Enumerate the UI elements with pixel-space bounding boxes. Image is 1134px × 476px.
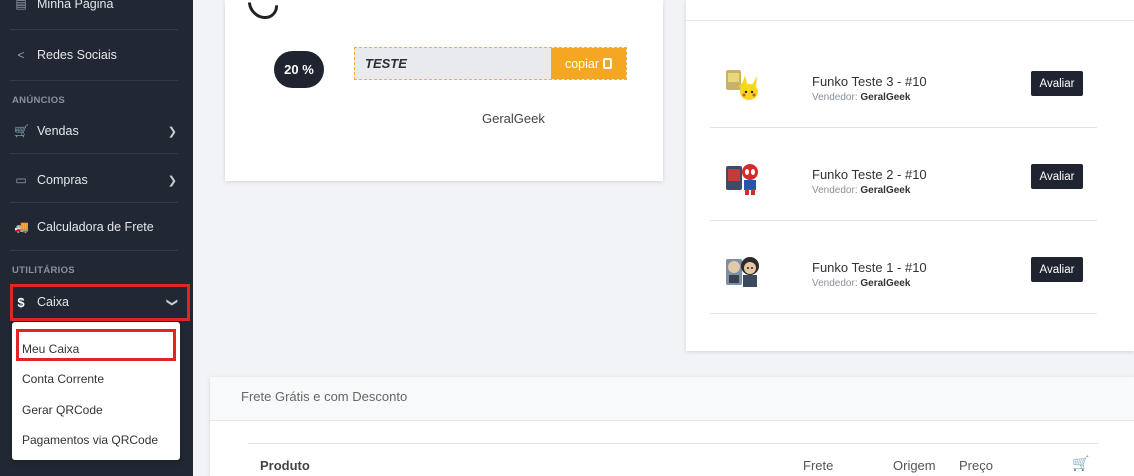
section-header-anuncios: ANÚNCIOS [12,95,66,106]
cart-icon: 🛒 [1072,455,1090,471]
frete-card-header: Frete Grátis e com Desconto [210,377,1134,421]
coupon-seller: GeralGeek [482,111,545,126]
figure-funko-icon [726,257,759,287]
submenu-item-pagamentos-qrcode[interactable]: Pagamentos via QRCode [22,433,158,447]
vendor-prefix: Vendedor: [812,92,858,103]
share-icon: < [17,48,25,62]
sidebar-item-label: Redes Sociais [37,48,117,62]
sidebar-item-label: Compras [37,173,88,187]
copy-button[interactable]: copiar [551,48,626,79]
dollar-icon: $ [17,294,25,310]
vendor-name: GeralGeek [860,185,911,196]
sidebar-item-calculadora-frete[interactable]: 🚚 Calculadora de Frete [0,215,193,239]
divider [10,202,178,203]
coupon-code-box: TESTE copiar [354,47,627,80]
chevron-down-icon: ❯ [165,297,178,307]
divider [686,20,1134,21]
sidebar-item-redes-sociais[interactable]: < Redes Sociais [0,43,193,67]
sidebar-item-minha-pagina[interactable]: ▤ Minha Página [0,0,193,16]
sidebar-item-label: Caixa [37,295,69,309]
spiderman-funko-icon [726,164,758,195]
vendor-name: GeralGeek [860,92,911,103]
submenu-item-meu-caixa[interactable]: Meu Caixa [22,342,79,356]
chevron-right-icon: ❯ [167,174,177,187]
vendor-prefix: Vendedor: [812,185,858,196]
column-header-origem: Origem [893,458,936,473]
copy-icon [603,58,613,69]
discount-badge: 20 % [274,51,324,88]
product-title: Funko Teste 1 - #10 [812,260,927,275]
sidebar-item-label: Minha Página [37,0,114,11]
cart-icon: 🛒 [14,124,29,138]
column-header-preco: Preço [959,458,993,473]
sidebar: ▤ Minha Página < Redes Sociais ANÚNCIOS … [0,0,193,476]
avaliar-button[interactable]: Avaliar [1031,164,1083,189]
divider [10,80,178,81]
product-vendor: Vendedor: GeralGeek [812,92,910,103]
sidebar-item-caixa[interactable]: $ Caixa ❯ [0,290,193,314]
truck-icon: 🚚 [14,220,29,234]
product-title: Funko Teste 3 - #10 [812,74,927,89]
submenu-item-gerar-qrcode[interactable]: Gerar QRCode [22,403,103,417]
avaliar-button[interactable]: Avaliar [1031,71,1083,96]
product-title: Funko Teste 2 - #10 [812,167,927,182]
pikachu-funko-icon [726,70,758,100]
frete-card-title: Frete Grátis e com Desconto [241,389,408,404]
avaliar-button[interactable]: Avaliar [1031,257,1083,282]
divider [10,29,178,30]
chevron-right-icon: ❯ [167,125,177,138]
sidebar-item-compras[interactable]: ▭ Compras ❯ [0,168,193,192]
column-header-frete: Frete [803,458,834,473]
coupon-top-icon [241,0,285,26]
sidebar-item-label: Calculadora de Frete [37,220,154,234]
list-item: Funko Teste 1 - #10 Vendedor: GeralGeek … [710,220,1097,314]
product-vendor: Vendedor: GeralGeek [812,278,910,289]
copy-button-label: copiar [564,56,600,71]
money-icon: ▭ [15,173,27,187]
coupon-card: 20 % TESTE copiar GeralGeek [225,0,663,181]
list-item: Funko Teste 3 - #10 Vendedor: GeralGeek … [710,34,1097,128]
column-header-produto: Produto [260,458,310,473]
coupon-code: TESTE [365,56,407,71]
frete-card: Frete Grátis e com Desconto Produto Fret… [210,377,1134,476]
evaluation-card: Funko Teste 3 - #10 Vendedor: GeralGeek … [686,0,1134,351]
vendor-prefix: Vendedor: [812,278,858,289]
vendor-name: GeralGeek [860,278,911,289]
page-icon: ▤ [15,0,27,11]
sidebar-item-label: Vendas [37,124,79,138]
submenu-item-conta-corrente[interactable]: Conta Corrente [22,372,104,386]
list-item: Funko Teste 2 - #10 Vendedor: GeralGeek … [710,127,1097,221]
product-vendor: Vendedor: GeralGeek [812,185,910,196]
caixa-submenu: Meu Caixa Conta Corrente Gerar QRCode Pa… [12,322,180,460]
divider [10,250,178,251]
sidebar-item-vendas[interactable]: 🛒 Vendas ❯ [0,119,193,143]
section-header-utilitarios: UTILITÁRIOS [12,265,75,276]
divider [10,153,178,154]
divider [248,443,1098,444]
